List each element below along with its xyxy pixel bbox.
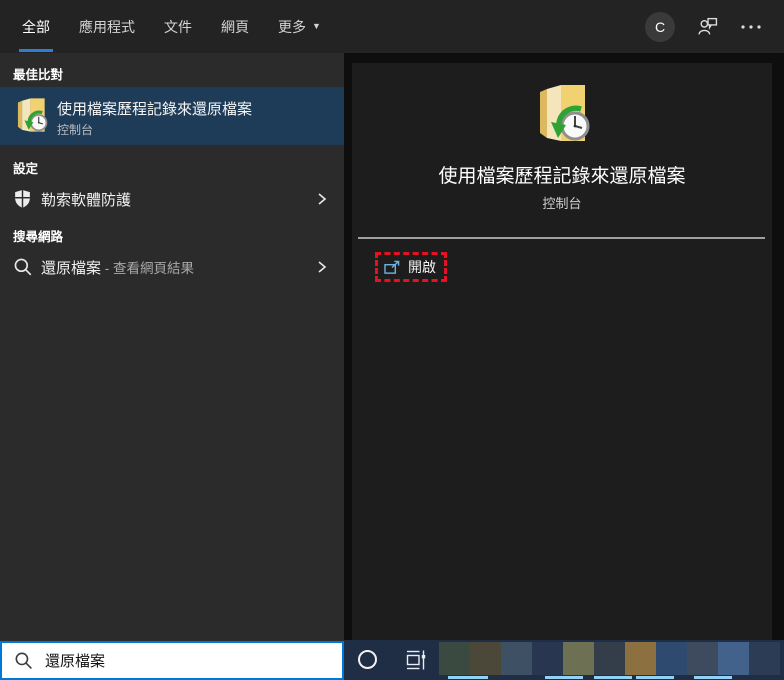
cortana-icon[interactable] (358, 650, 377, 669)
chevron-right-icon (318, 193, 327, 205)
open-action-label: 開啟 (408, 259, 436, 275)
taskbar-app-thumbnail[interactable] (470, 642, 501, 675)
taskbar-running-indicator (448, 676, 488, 679)
taskbar-app-thumbnail[interactable] (749, 642, 780, 675)
tab-apps-label: 應用程式 (79, 18, 135, 35)
taskbar-app-thumbnail[interactable] (594, 642, 625, 675)
web-search-query: 還原檔案 (41, 259, 102, 277)
taskbar-thumbnails (439, 642, 780, 675)
section-search-web: 搜尋網路 (13, 230, 64, 244)
section-best-match: 最佳比對 (13, 68, 64, 82)
file-history-icon (16, 96, 49, 134)
chevron-down-icon: ▼ (312, 21, 321, 31)
section-settings: 設定 (13, 162, 39, 176)
taskbar-app-thumbnail[interactable] (625, 642, 656, 675)
user-avatar[interactable]: C (645, 11, 675, 42)
preview-panel: 使用檔案歷程記錄來還原檔案 控制台 開啟 (352, 63, 772, 640)
best-match-title: 使用檔案歷程記錄來還原檔案 (57, 101, 253, 118)
settings-result-ransomware[interactable]: 勒索軟體防護 (0, 180, 344, 218)
taskbar-app-thumbnail[interactable] (501, 642, 532, 675)
search-icon (14, 258, 32, 276)
preview-title: 使用檔案歷程記錄來還原檔案 (438, 166, 686, 187)
taskbar-app-thumbnail[interactable] (439, 642, 470, 675)
taskbar-running-indicator (694, 676, 732, 679)
tab-apps[interactable]: 應用程式 (79, 17, 135, 37)
results-panel: 最佳比對 使用檔案歷程記錄來還原檔案 控制台 設定 勒索軟體防護 搜尋網路 還原… (0, 53, 344, 641)
web-search-result[interactable]: 還原檔案 - 查看網頁結果 (0, 248, 344, 286)
preview-divider (358, 237, 765, 239)
tab-all-label: 全部 (22, 18, 50, 35)
tab-documents[interactable]: 文件 (164, 17, 192, 37)
taskbar-app-thumbnail[interactable] (563, 642, 594, 675)
taskbar-app-thumbnail[interactable] (532, 642, 563, 675)
tab-all[interactable]: 全部 (19, 17, 53, 52)
settings-result-label: 勒索軟體防護 (41, 191, 132, 209)
taskbar-search-box[interactable] (0, 641, 344, 680)
tab-documents-label: 文件 (164, 18, 192, 35)
open-action[interactable]: 開啟 (375, 252, 447, 282)
header-actions: C (645, 0, 762, 53)
feedback-icon[interactable] (697, 16, 718, 37)
file-history-icon-large (530, 81, 594, 145)
best-match-subtitle: 控制台 (57, 123, 94, 137)
search-input[interactable] (43, 651, 317, 670)
tab-more-label: 更多 (278, 18, 306, 35)
search-icon (15, 652, 32, 669)
tab-web-label: 網頁 (221, 18, 249, 35)
tab-more[interactable]: 更多 ▼ (278, 17, 321, 37)
taskbar-app-thumbnail[interactable] (687, 642, 718, 675)
taskbar (344, 640, 784, 680)
defender-shield-icon (15, 190, 30, 208)
avatar-letter: C (654, 18, 666, 35)
chevron-right-icon (318, 261, 327, 273)
taskbar-running-indicator (636, 676, 674, 679)
open-external-icon (384, 260, 400, 274)
more-options-icon[interactable] (740, 24, 762, 30)
taskbar-app-thumbnail[interactable] (718, 642, 749, 675)
preview-subtitle: 控制台 (542, 196, 582, 211)
windows-search-panel: 全部 應用程式 文件 網頁 更多 ▼ C 最佳比對 使用檔案歷程記錄來還原檔案 … (0, 0, 784, 680)
search-header: 全部 應用程式 文件 網頁 更多 ▼ C (0, 0, 784, 53)
task-view-icon[interactable] (406, 650, 427, 670)
best-match-result[interactable]: 使用檔案歷程記錄來還原檔案 控制台 (0, 87, 344, 145)
taskbar-running-indicator (545, 676, 583, 679)
web-search-suffix: - 查看網頁結果 (101, 260, 195, 276)
web-search-label: 還原檔案 - 查看網頁結果 (41, 257, 194, 278)
taskbar-app-thumbnail[interactable] (656, 642, 687, 675)
taskbar-running-indicator (594, 676, 632, 679)
tab-web[interactable]: 網頁 (221, 17, 249, 37)
filter-tabs: 全部 應用程式 文件 網頁 更多 ▼ (19, 0, 321, 53)
